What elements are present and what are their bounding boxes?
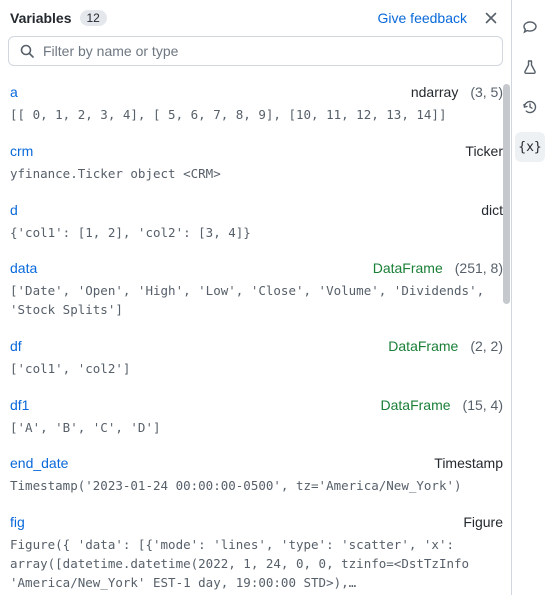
give-feedback-link[interactable]: Give feedback [378,10,468,26]
variable-item: end_date Timestamp Timestamp('2023-01-24 0… [10,447,503,506]
rail-variables-button[interactable]: {x} [515,132,545,162]
variable-header-row: df DataFrame (2, 2) [10,338,503,354]
variable-shape: (2, 2) [470,338,503,354]
rail-history-button[interactable] [515,92,545,122]
variable-name-link[interactable]: end_date [10,455,68,471]
variable-value: ['col1', 'col2'] [10,360,503,379]
variable-header-row: d dict [10,202,503,218]
variable-value: ['Date', 'Open', 'High', 'Low', 'Close',… [10,282,503,320]
variables-list[interactable]: a ndarray (3, 5) [[ 0, 1, 2, 3, 4], [ 5, 6,… [0,74,511,595]
rail-experiments-button[interactable] [515,52,545,82]
variable-value: Timestamp('2023-01-24 00:00:00-0500', tz… [10,477,503,496]
variable-shape: (3, 5) [470,84,503,100]
variable-type: DataFrame [381,397,451,413]
variable-item: d dict {'col1': [1, 2], 'col2': [3, 4]} [10,194,503,253]
variable-count-badge: 12 [80,10,107,26]
variable-type: Figure [463,514,503,530]
variable-type: Ticker [465,143,503,159]
variable-name-link[interactable]: crm [10,143,33,159]
variable-value: ['A', 'B', 'C', 'D'] [10,419,503,438]
filter-container [0,36,511,74]
variable-item: a ndarray (3, 5) [[ 0, 1, 2, 3, 4], [ 5, 6,… [10,76,503,135]
variable-header-row: end_date Timestamp [10,455,503,471]
filter-box[interactable] [8,36,503,66]
panel-title: Variables [10,10,72,26]
variable-type: dict [481,202,503,218]
variable-header-row: fig Figure [10,514,503,530]
variables-icon: {x} [518,140,541,155]
variable-name-link[interactable]: d [10,202,18,218]
variable-item: df DataFrame (2, 2) ['col1', 'col2'] [10,330,503,389]
variable-shape: (251, 8) [455,260,503,276]
chat-icon [522,19,538,35]
variable-type: ndarray [411,84,458,100]
variable-name-link[interactable]: df [10,338,22,354]
variable-item: crm Ticker yfinance.Ticker object <CRM> [10,135,503,194]
search-icon [19,43,35,59]
variable-value: yfinance.Ticker object <CRM> [10,165,503,184]
variable-name-link[interactable]: data [10,260,37,276]
scrollbar-thumb[interactable] [503,84,510,304]
variable-value: Figure({ 'data': [{'mode': 'lines', 'typ… [10,536,503,592]
variable-value: [[ 0, 1, 2, 3, 4], [ 5, 6, 7, 8, 9], [10… [10,106,503,125]
filter-input[interactable] [43,43,492,59]
variable-type: DataFrame [388,338,458,354]
variable-type: DataFrame [373,260,443,276]
variable-header-row: a ndarray (3, 5) [10,84,503,100]
history-icon [522,99,538,115]
variable-item: data DataFrame (251, 8) ['Date', 'Open', 'H… [10,252,503,330]
variable-name-link[interactable]: df1 [10,397,29,413]
variable-header-row: crm Ticker [10,143,503,159]
close-panel-button[interactable] [481,8,501,28]
right-rail: {x} [512,0,548,595]
variable-name-link[interactable]: fig [10,514,25,530]
variable-header-row: df1 DataFrame (15, 4) [10,397,503,413]
variable-header-row: data DataFrame (251, 8) [10,260,503,276]
rail-chat-button[interactable] [515,12,545,42]
variable-name-link[interactable]: a [10,84,18,100]
panel-header: Variables 12 Give feedback [0,0,511,36]
variable-value: {'col1': [1, 2], 'col2': [3, 4]} [10,224,503,243]
variable-type: Timestamp [434,455,503,471]
variables-panel: Variables 12 Give feedback a ndarray (3, 5… [0,0,512,595]
variable-shape: (15, 4) [463,397,503,413]
beaker-icon [522,59,538,75]
variable-item: df1 DataFrame (15, 4) ['A', 'B', 'C', 'D'] [10,389,503,448]
close-icon [483,10,499,26]
variable-item: fig Figure Figure({ 'data': [{'mode': 'lin… [10,506,503,595]
